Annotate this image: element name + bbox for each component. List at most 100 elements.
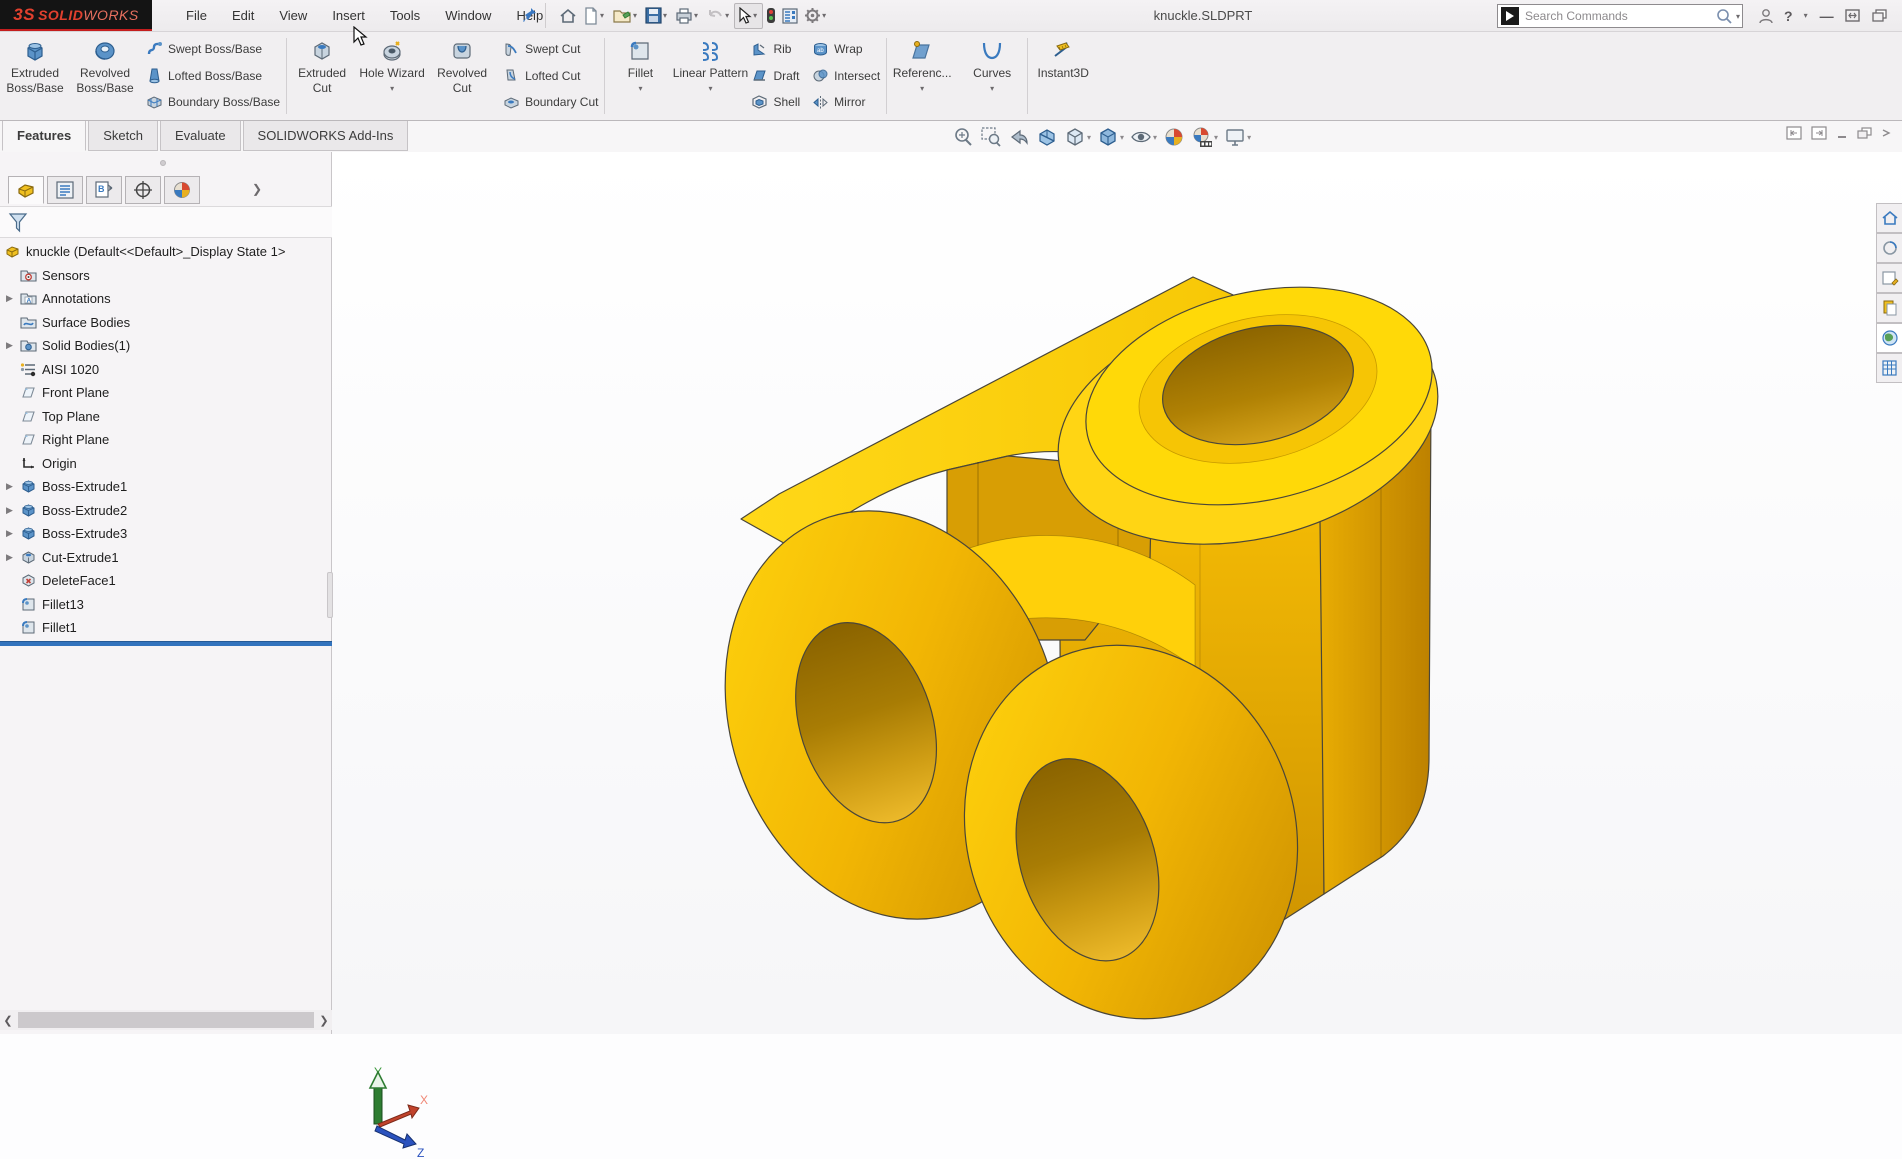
tree-item-surface-bodies[interactable]: Surface Bodies bbox=[0, 311, 332, 335]
undo-button[interactable]: ▾ bbox=[703, 3, 734, 29]
wrap-button[interactable]: abWrap bbox=[808, 39, 884, 59]
curves-caret[interactable]: ▾ bbox=[990, 84, 994, 93]
panel-tab-featuremanager-tree[interactable] bbox=[8, 176, 44, 204]
apply-scene-caret[interactable]: ▾ bbox=[1214, 133, 1218, 142]
tab-features[interactable]: Features bbox=[2, 121, 86, 151]
menu-edit[interactable]: Edit bbox=[224, 4, 262, 27]
print-caret[interactable]: ▾ bbox=[694, 11, 698, 20]
minimize-document-button[interactable] bbox=[1836, 127, 1848, 145]
edit-appearance-button[interactable] bbox=[1161, 124, 1187, 150]
menu-file[interactable]: File bbox=[178, 4, 215, 27]
search-magnifier-icon[interactable] bbox=[1715, 7, 1733, 25]
open-document-caret[interactable]: ▾ bbox=[633, 11, 637, 20]
options-gear-caret[interactable]: ▾ bbox=[822, 11, 826, 20]
new-document-button[interactable]: ▾ bbox=[580, 3, 609, 29]
task-pane-tab-solidworks-resources[interactable] bbox=[1876, 233, 1902, 263]
tab-sketch[interactable]: Sketch bbox=[88, 121, 158, 151]
scroll-right-icon[interactable]: ❯ bbox=[316, 1014, 332, 1027]
more-windows-button[interactable] bbox=[1881, 126, 1891, 145]
tree-item-boss-extrude3[interactable]: ▶Boss-Extrude3 bbox=[0, 522, 332, 546]
tree-item-annotations[interactable]: ▶AAnnotations bbox=[0, 287, 332, 311]
show-left-pane-button[interactable] bbox=[1786, 126, 1802, 145]
zoom-to-area-button[interactable] bbox=[978, 124, 1004, 150]
expand-arrow-icon[interactable]: ▶ bbox=[6, 340, 20, 351]
curves-button[interactable]: Curves▾ bbox=[957, 32, 1027, 120]
tree-item-cut-extrude1[interactable]: ▶Cut-Extrude1 bbox=[0, 546, 332, 570]
fillet-caret[interactable]: ▾ bbox=[638, 84, 642, 93]
boundary-boss-base-button[interactable]: Boundary Boss/Base bbox=[142, 92, 284, 112]
tree-item-boss-extrude1[interactable]: ▶Boss-Extrude1 bbox=[0, 475, 332, 499]
help-caret-icon[interactable]: ▾ bbox=[1804, 11, 1808, 20]
instant3d-button[interactable]: Instant3D bbox=[1028, 32, 1098, 120]
tree-item-fillet13[interactable]: Fillet13 bbox=[0, 593, 332, 617]
document-properties-button[interactable] bbox=[779, 3, 801, 29]
options-gear-button[interactable]: ▾ bbox=[801, 3, 831, 29]
tree-item-aisi-1020[interactable]: AISI 1020 bbox=[0, 358, 332, 382]
hide-show-items-button[interactable]: ▾ bbox=[1128, 124, 1159, 150]
menu-tools[interactable]: Tools bbox=[382, 4, 428, 27]
print-button[interactable]: ▾ bbox=[672, 3, 703, 29]
save-caret[interactable]: ▾ bbox=[663, 11, 667, 20]
minimize-icon[interactable]: — bbox=[1820, 8, 1834, 24]
tree-item-fillet1[interactable]: Fillet1 bbox=[0, 616, 332, 640]
expand-arrow-icon[interactable]: ▶ bbox=[6, 528, 20, 539]
rebuild-traffic-light-button[interactable] bbox=[763, 3, 779, 29]
panel-horizontal-scrollbar[interactable]: ❮ ❯ bbox=[0, 1010, 332, 1030]
expand-arrow-icon[interactable]: ▶ bbox=[6, 505, 20, 516]
panel-collapse-handle[interactable] bbox=[327, 572, 333, 618]
display-style-button[interactable]: ▾ bbox=[1095, 124, 1126, 150]
menu-view[interactable]: View bbox=[271, 4, 315, 27]
task-pane-tab-custom-properties[interactable] bbox=[1876, 353, 1902, 383]
rib-button[interactable]: Rib bbox=[747, 39, 804, 59]
task-pane-tab-design-library[interactable] bbox=[1876, 263, 1902, 293]
view-orientation-caret[interactable]: ▾ bbox=[1087, 133, 1091, 142]
section-view-button[interactable] bbox=[1034, 124, 1060, 150]
lofted-cut-button[interactable]: Lofted Cut bbox=[499, 66, 602, 86]
new-document-caret[interactable]: ▾ bbox=[600, 11, 604, 20]
tab-solidworks-add-ins[interactable]: SOLIDWORKS Add-Ins bbox=[243, 121, 409, 151]
expand-arrow-icon[interactable]: ▶ bbox=[6, 481, 20, 492]
linear-pattern-button[interactable]: Linear Pattern▾ bbox=[675, 32, 745, 120]
cascade-windows-icon[interactable] bbox=[1871, 8, 1888, 23]
select-arrow-button[interactable]: ▾ bbox=[734, 3, 763, 29]
tree-item-boss-extrude2[interactable]: ▶Boss-Extrude2 bbox=[0, 499, 332, 523]
tree-filter-row[interactable] bbox=[0, 206, 332, 238]
swept-boss-base-button[interactable]: Swept Boss/Base bbox=[142, 39, 284, 59]
tree-item-origin[interactable]: Origin bbox=[0, 452, 332, 476]
show-right-pane-button[interactable] bbox=[1811, 126, 1827, 145]
hide-show-items-caret[interactable]: ▾ bbox=[1153, 133, 1157, 142]
search-scope-caret[interactable]: ▾ bbox=[1736, 12, 1740, 21]
tree-item-solid-bodies-1-[interactable]: ▶Solid Bodies(1) bbox=[0, 334, 332, 358]
revolved-cut-button[interactable]: RevolvedCut bbox=[427, 32, 497, 120]
intersect-button[interactable]: Intersect bbox=[808, 66, 884, 86]
lofted-boss-base-button[interactable]: Lofted Boss/Base bbox=[142, 66, 284, 86]
expand-arrow-icon[interactable]: ▶ bbox=[6, 552, 20, 563]
linear-pattern-caret[interactable]: ▾ bbox=[708, 84, 712, 93]
shell-button[interactable]: Shell bbox=[747, 92, 804, 112]
rollback-bar[interactable] bbox=[0, 641, 332, 646]
display-style-caret[interactable]: ▾ bbox=[1120, 133, 1124, 142]
menu-window[interactable]: Window bbox=[437, 4, 499, 27]
select-arrow-caret[interactable]: ▾ bbox=[753, 11, 757, 20]
scrollbar-thumb[interactable] bbox=[18, 1012, 314, 1028]
scroll-left-icon[interactable]: ❮ bbox=[0, 1014, 16, 1027]
panel-tab-configurationmanager[interactable]: B bbox=[86, 176, 122, 204]
tree-item-deleteface1[interactable]: DeleteFace1 bbox=[0, 569, 332, 593]
mirror-button[interactable]: Mirror bbox=[808, 92, 884, 112]
extruded-boss-base-button[interactable]: ExtrudedBoss/Base bbox=[0, 32, 70, 120]
panel-tab-propertymanager[interactable] bbox=[47, 176, 83, 204]
task-pane-tab-appearances-scenes[interactable] bbox=[1876, 323, 1902, 353]
tree-item-front-plane[interactable]: Front Plane bbox=[0, 381, 332, 405]
draft-button[interactable]: Draft bbox=[747, 66, 804, 86]
user-icon[interactable] bbox=[1758, 8, 1774, 24]
restore-icon[interactable] bbox=[1844, 8, 1861, 23]
panel-tab-dimxpertmanager[interactable] bbox=[125, 176, 161, 204]
restore-document-button[interactable] bbox=[1857, 127, 1872, 145]
tree-item-top-plane[interactable]: Top Plane bbox=[0, 405, 332, 429]
panel-splitter-dot[interactable] bbox=[160, 160, 166, 166]
hole-wizard-caret[interactable]: ▾ bbox=[390, 84, 394, 93]
tab-evaluate[interactable]: Evaluate bbox=[160, 121, 241, 151]
reference-geometry-button[interactable]: Referenc...▾ bbox=[887, 32, 957, 120]
extruded-cut-button[interactable]: ExtrudedCut bbox=[287, 32, 357, 120]
panel-flyout-arrow[interactable]: ❯ bbox=[252, 182, 262, 196]
